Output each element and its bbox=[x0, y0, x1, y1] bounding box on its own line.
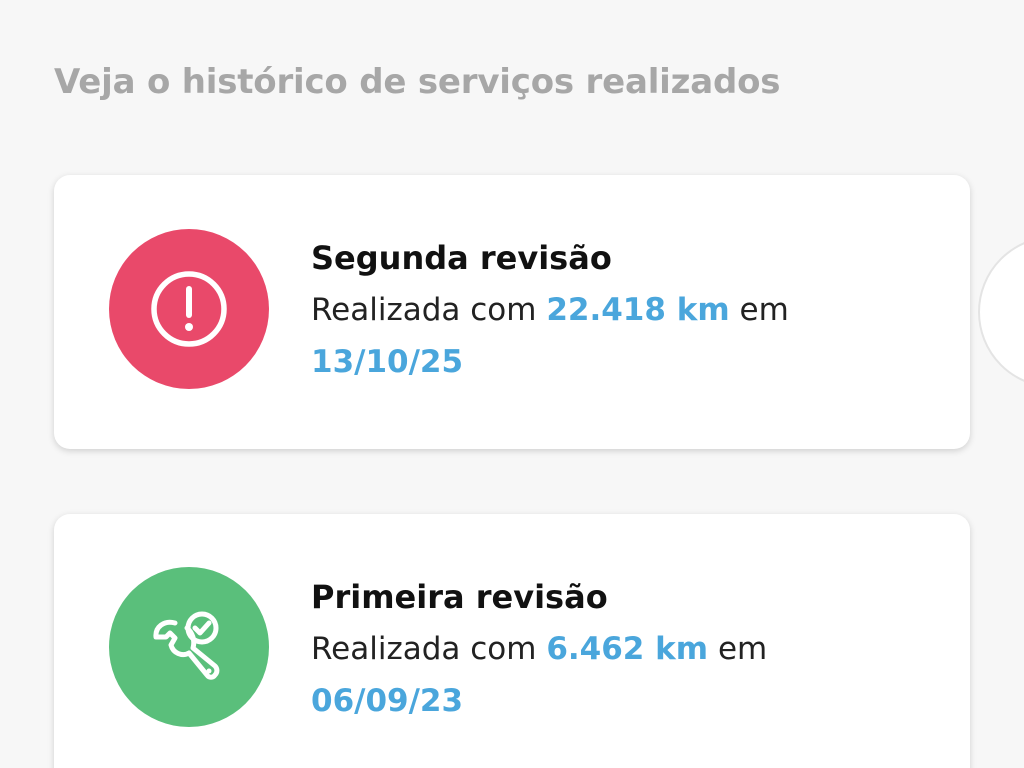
service-date: 06/09/23 bbox=[311, 683, 464, 719]
service-history-page: Veja o histórico de serviços realizados … bbox=[0, 0, 1024, 768]
service-card-text: Primeira revisão Realizada com 6.462 km … bbox=[311, 577, 931, 721]
service-description: Realizada com 6.462 km em 06/09/23 bbox=[311, 629, 931, 721]
wrench-check-icon bbox=[153, 611, 220, 680]
alert-status-badge bbox=[109, 229, 269, 389]
service-prefix: Realizada com bbox=[311, 292, 547, 328]
service-card-second-revision[interactable]: Segunda revisão Realizada com 22.418 km … bbox=[54, 175, 970, 449]
service-description: Realizada com 22.418 km em 13/10/25 bbox=[311, 290, 931, 382]
service-card-text: Segunda revisão Realizada com 22.418 km … bbox=[311, 238, 931, 382]
page-title: Veja o histórico de serviços realizados bbox=[54, 62, 781, 102]
service-km: 6.462 km bbox=[546, 631, 709, 667]
service-prefix: Realizada com bbox=[311, 631, 547, 667]
next-card-peek[interactable] bbox=[978, 236, 1024, 388]
service-suffix: em bbox=[708, 631, 768, 667]
service-suffix: em bbox=[729, 292, 789, 328]
service-km: 22.418 km bbox=[546, 292, 730, 328]
service-title: Segunda revisão bbox=[311, 239, 612, 277]
service-card-first-revision[interactable]: Primeira revisão Realizada com 6.462 km … bbox=[54, 514, 970, 768]
exclamation-circle-icon bbox=[151, 271, 227, 347]
done-status-badge bbox=[109, 567, 269, 727]
service-title: Primeira revisão bbox=[311, 578, 608, 616]
service-date: 13/10/25 bbox=[311, 344, 464, 380]
